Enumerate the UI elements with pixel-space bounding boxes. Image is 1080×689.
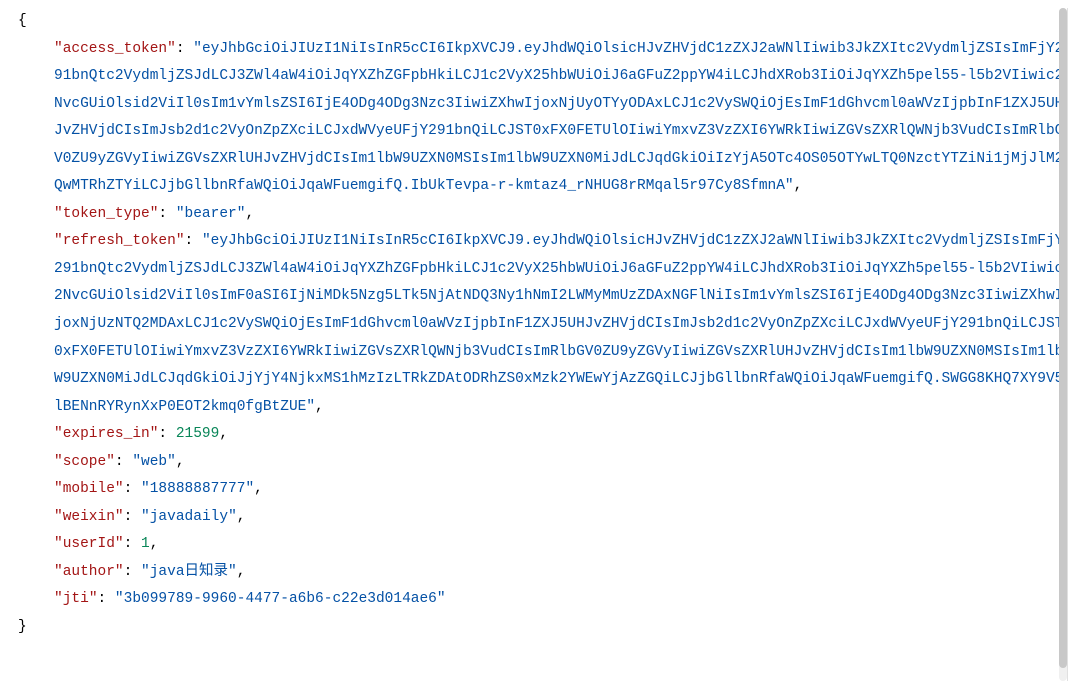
json-key: mobile — [63, 481, 115, 497]
json-string-value: 3b099789-9960-4477-a6b6-c22e3d014ae6 — [124, 591, 437, 607]
json-number-value: 21599 — [176, 426, 220, 442]
scrollbar-thumb[interactable] — [1059, 8, 1067, 668]
json-number-value: 1 — [141, 536, 150, 552]
json-line: "token_type": "bearer", — [54, 201, 1067, 229]
json-line: "expires_in": 21599, — [54, 421, 1067, 449]
json-line: "userId": 1, — [54, 531, 1067, 559]
json-string-value: javadaily — [150, 509, 228, 525]
json-line: "scope": "web", — [54, 449, 1067, 477]
json-string-value: java日知录 — [150, 564, 228, 580]
close-brace: } — [18, 619, 27, 635]
json-line: "jti": "3b099789-9960-4477-a6b6-c22e3d01… — [54, 586, 1067, 614]
json-line: "mobile": "18888887777", — [54, 476, 1067, 504]
json-key: userId — [63, 536, 115, 552]
json-key: author — [63, 564, 115, 580]
json-line: "access_token": "eyJhbGciOiJIUzI1NiIsInR… — [54, 36, 1067, 201]
json-key: scope — [63, 454, 107, 470]
json-key: expires_in — [63, 426, 150, 442]
json-string-value: bearer — [185, 206, 237, 222]
json-line: "refresh_token": "eyJhbGciOiJIUzI1NiIsIn… — [54, 228, 1067, 421]
json-string-value: web — [141, 454, 167, 470]
json-key: jti — [63, 591, 89, 607]
json-string-value: eyJhbGciOiJIUzI1NiIsInR5cCI6IkpXVCJ9.eyJ… — [54, 41, 1063, 195]
scrollbar-track[interactable] — [1059, 8, 1067, 681]
json-key: token_type — [63, 206, 150, 222]
json-key: refresh_token — [63, 233, 176, 249]
json-viewer: { "access_token": "eyJhbGciOiJIUzI1NiIsI… — [16, 8, 1068, 681]
json-string-value: eyJhbGciOiJIUzI1NiIsInR5cCI6IkpXVCJ9.eyJ… — [54, 233, 1063, 414]
json-key: access_token — [63, 41, 167, 57]
json-key: weixin — [63, 509, 115, 525]
json-line: "author": "java日知录", — [54, 559, 1067, 587]
json-string-value: 18888887777 — [150, 481, 246, 497]
json-body: "access_token": "eyJhbGciOiJIUzI1NiIsInR… — [16, 36, 1067, 614]
json-line: "weixin": "javadaily", — [54, 504, 1067, 532]
open-brace: { — [18, 13, 27, 29]
